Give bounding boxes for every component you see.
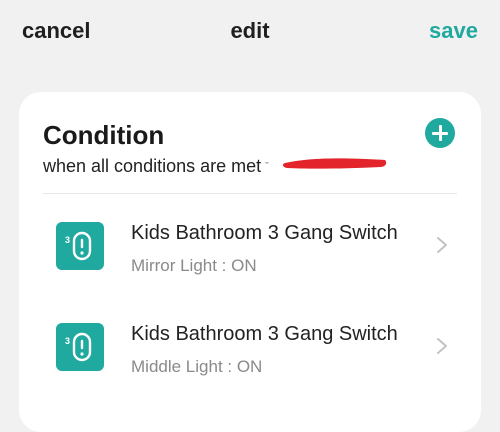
condition-card: Condition when all conditions are met ˇ 3… xyxy=(19,92,481,432)
switch-device-icon: 3 xyxy=(56,323,104,371)
svg-text:3: 3 xyxy=(65,235,70,245)
condition-heading: Condition xyxy=(43,120,165,150)
svg-text:3: 3 xyxy=(65,336,70,346)
condition-mode-dropdown[interactable]: when all conditions are met ˇ xyxy=(43,156,269,177)
save-button[interactable]: save xyxy=(429,18,478,44)
page-title: edit xyxy=(230,18,270,43)
divider xyxy=(43,193,457,194)
condition-mode-label: when all conditions are met xyxy=(43,156,262,176)
switch-device-icon: 3 xyxy=(56,222,104,270)
chevron-down-icon: ˇ xyxy=(265,161,269,173)
device-name: Kids Bathroom 3 Gang Switch xyxy=(131,323,398,345)
device-state: Middle Light : ON xyxy=(131,357,263,376)
redaction-mark xyxy=(282,158,387,169)
device-state: Mirror Light : ON xyxy=(131,256,257,275)
device-name: Kids Bathroom 3 Gang Switch xyxy=(131,222,398,244)
condition-item[interactable]: 3 Kids Bathroom 3 Gang Switch Mirror Lig… xyxy=(19,222,481,322)
top-bar: cancel edit save xyxy=(0,0,500,70)
chevron-right-icon xyxy=(437,338,447,354)
add-condition-button[interactable] xyxy=(425,118,455,148)
chevron-right-icon xyxy=(437,237,447,253)
condition-item[interactable]: 3 Kids Bathroom 3 Gang Switch Middle Lig… xyxy=(19,323,481,423)
